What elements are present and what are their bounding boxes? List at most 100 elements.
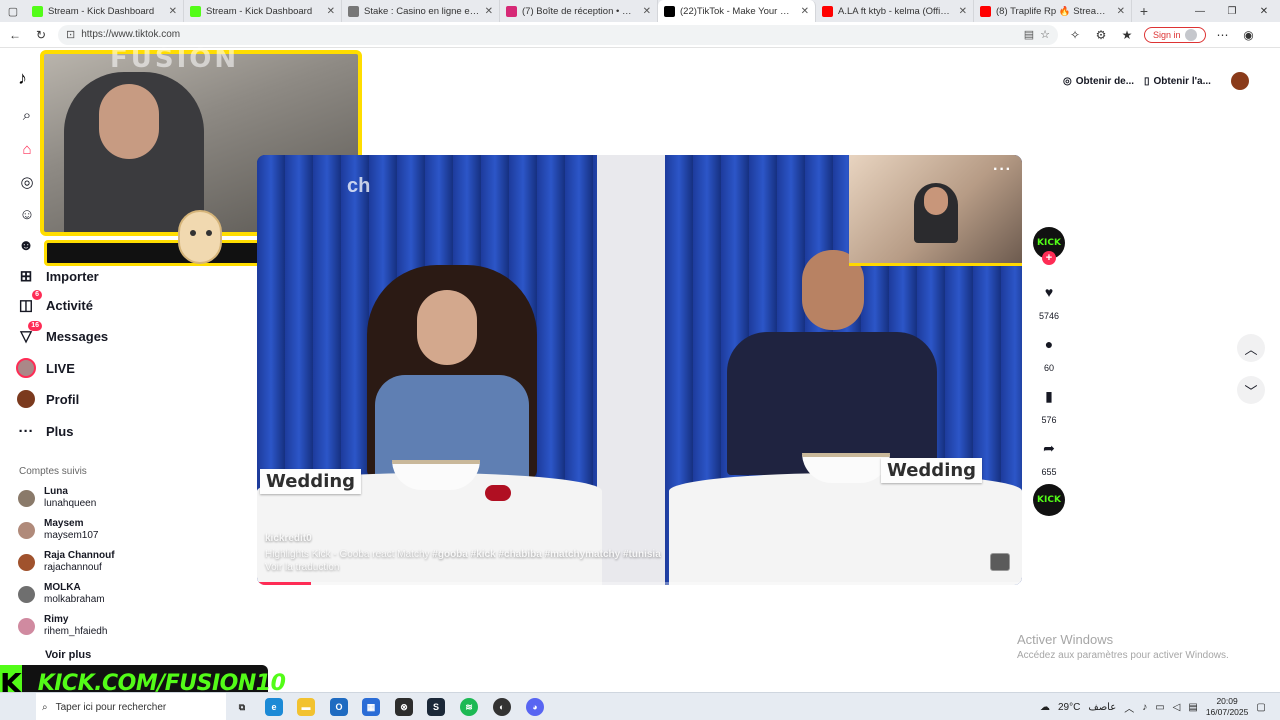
following-icon[interactable]: ☺ xyxy=(16,203,38,225)
close-tab-icon[interactable]: ✕ xyxy=(801,6,809,17)
sidebar-item-messages[interactable]: ▽ 16 Messages xyxy=(16,321,108,348)
user-avatar[interactable] xyxy=(1231,72,1249,90)
see-more-link[interactable]: Voir plus xyxy=(45,649,91,661)
hashtag-link[interactable]: #matchymatchy xyxy=(545,549,621,560)
sidebar-item-profile[interactable]: Profil xyxy=(16,387,79,411)
speaker-icon[interactable]: ◁ xyxy=(1173,702,1181,713)
favorites-icon[interactable]: ★ xyxy=(1118,28,1136,42)
obs-icon[interactable]: ◐ xyxy=(493,698,511,716)
clock[interactable]: 20:09 16/07/2025 xyxy=(1206,696,1249,718)
kick-icon xyxy=(190,5,201,17)
browser-tab[interactable]: A.LA ft ktyb - kelma (Official Aud ✕ xyxy=(816,0,974,22)
followed-accounts-title: Comptes suivis xyxy=(19,466,87,477)
close-tab-icon[interactable]: ✕ xyxy=(1117,6,1125,17)
account-name: Luna xyxy=(44,486,68,497)
close-tab-icon[interactable]: ✕ xyxy=(643,6,651,17)
heart-icon[interactable]: ♥ xyxy=(1034,277,1064,307)
new-tab-button[interactable]: + xyxy=(1132,0,1156,22)
close-tab-icon[interactable]: ✕ xyxy=(169,6,177,17)
browser-tab[interactable]: (22)TikTok - Make Your Day ✕ xyxy=(658,0,816,22)
search-icon[interactable]: ⌕ xyxy=(16,104,38,126)
browser-tab[interactable]: Stream - Kick Dashboard ✕ xyxy=(184,0,342,22)
comment-icon[interactable]: ● xyxy=(1034,329,1064,359)
hashtag-link[interactable]: #chabiba xyxy=(498,549,541,560)
get-coins-button[interactable]: ◎ Obtenir de... xyxy=(1063,71,1134,91)
edge-icon[interactable]: e xyxy=(265,698,283,716)
close-tab-icon[interactable]: ✕ xyxy=(485,6,493,17)
next-video-button[interactable]: ﹀ xyxy=(1237,376,1265,404)
previous-video-button[interactable]: ︿ xyxy=(1237,334,1265,362)
back-icon[interactable]: ← xyxy=(6,28,24,42)
discord-icon[interactable]: ◕ xyxy=(526,698,544,716)
sound-avatar[interactable]: KICK xyxy=(1033,484,1065,516)
hashtag-link[interactable]: #tunisia xyxy=(623,549,661,560)
tray-chevron-icon[interactable]: ︿ xyxy=(1124,700,1134,715)
follow-plus-button[interactable]: + xyxy=(1042,251,1056,265)
taskbar-search[interactable]: ⌕ Taper ici pour rechercher xyxy=(36,693,226,720)
video-more-options-icon[interactable]: ··· xyxy=(993,161,1012,179)
home-icon[interactable]: ⌂ xyxy=(16,138,38,160)
task-view-icon[interactable]: ⧉ xyxy=(233,698,251,716)
menu-dots-icon[interactable]: ⋯ xyxy=(1214,28,1232,42)
browser-tab[interactable]: (7) Boîte de réception • Direct ✕ xyxy=(500,0,658,22)
file-explorer-icon[interactable]: ▬ xyxy=(297,698,315,716)
keyboard-layout-icon[interactable]: ▤ xyxy=(1188,702,1197,713)
site-info-icon[interactable]: ⊡ xyxy=(66,28,75,41)
extensions-icon[interactable]: ✧ xyxy=(1066,28,1084,42)
copilot-icon[interactable]: ◉ xyxy=(1240,28,1258,42)
minimize-icon[interactable]: — xyxy=(1184,0,1216,22)
browser-tools-icon[interactable]: ⚙ xyxy=(1092,28,1110,42)
video-author[interactable]: kickredit0 xyxy=(265,533,312,544)
hashtag-link[interactable]: #kick xyxy=(471,549,496,560)
sidebar-item-more[interactable]: ··· Plus xyxy=(16,419,74,443)
instagram-icon xyxy=(506,5,517,17)
friends-icon: ☻ xyxy=(18,236,34,254)
close-window-icon[interactable]: ✕ xyxy=(1248,0,1280,22)
explore-icon[interactable]: ◎ xyxy=(16,171,38,193)
microphone-icon[interactable]: ♪ xyxy=(1142,702,1147,713)
tiktok-icon xyxy=(664,5,675,17)
tiktok-logo-icon[interactable]: ♪ xyxy=(18,68,27,89)
xbox-icon[interactable]: ⊗ xyxy=(395,698,413,716)
sidebar-item-live[interactable]: LIVE xyxy=(16,356,75,380)
spotify-icon[interactable]: ≋ xyxy=(460,698,478,716)
close-tab-icon[interactable]: ✕ xyxy=(327,6,335,17)
weather-temp[interactable]: 29°C xyxy=(1058,702,1080,713)
comment-action[interactable]: ● 60 xyxy=(1033,329,1065,373)
browser-tab[interactable]: Stake : Casino en ligne et Paris Sp ✕ xyxy=(342,0,500,22)
sidebar-item-label: Plus xyxy=(46,423,74,439)
get-app-button[interactable]: ▯ Obtenir l'a... xyxy=(1144,71,1211,91)
url-field[interactable]: ⊡ https://www.tiktok.com ▤ ☆ xyxy=(58,24,1058,45)
browser-tab[interactable]: Stream - Kick Dashboard ✕ xyxy=(26,0,184,22)
close-tab-icon[interactable]: ✕ xyxy=(959,6,967,17)
store-icon[interactable]: ▦ xyxy=(362,698,380,716)
hashtag-link[interactable]: #gooba xyxy=(432,549,468,560)
save-action[interactable]: ▮ 576 xyxy=(1033,381,1065,426)
sign-in-button[interactable]: Sign in xyxy=(1144,26,1206,43)
share-action[interactable]: ➦ 655 xyxy=(1033,433,1065,478)
share-icon[interactable]: ➦ xyxy=(1034,433,1064,463)
network-icon[interactable]: ▭ xyxy=(1155,702,1164,713)
followed-account[interactable]: Rimy rihem_hfaiedh xyxy=(18,614,107,638)
video-thumbnail-icon[interactable] xyxy=(990,553,1010,571)
bookmark-icon[interactable]: ▮ xyxy=(1034,381,1064,411)
favorite-star-icon[interactable]: ☆ xyxy=(1040,28,1050,41)
video-player[interactable]: ch Wedding Wedding ··· kickredit0 Highli… xyxy=(257,155,1022,585)
notifications-icon[interactable]: ▢ xyxy=(1256,702,1265,713)
sidebar-item-activity[interactable]: ◫ 6 Activité xyxy=(16,290,93,317)
tab-actions-icon[interactable]: ▢ xyxy=(0,0,26,22)
refresh-icon[interactable]: ↻ xyxy=(32,28,50,42)
like-action[interactable]: ♥ 5746 xyxy=(1033,277,1065,321)
video-progress-bar[interactable] xyxy=(257,582,1022,585)
followed-account[interactable]: Luna lunahqueen xyxy=(18,486,96,510)
steam-icon[interactable]: S xyxy=(427,698,445,716)
followed-account[interactable]: Maysem maysem107 xyxy=(18,518,98,542)
outlook-icon[interactable]: O xyxy=(330,698,348,716)
followed-account[interactable]: Raja Channouf rajachannouf xyxy=(18,550,115,574)
browser-tab[interactable]: (8) Traplife Rp 🔥 Streamers High ✕ xyxy=(974,0,1132,22)
see-translation-link[interactable]: Voir la traduction xyxy=(265,562,340,573)
followed-account[interactable]: MOLKA molkabraham xyxy=(18,582,105,606)
reader-mode-icon[interactable]: ▤ xyxy=(1024,28,1034,41)
restore-icon[interactable]: ❐ xyxy=(1216,0,1248,22)
upload-icon: ⊞ xyxy=(19,268,33,285)
